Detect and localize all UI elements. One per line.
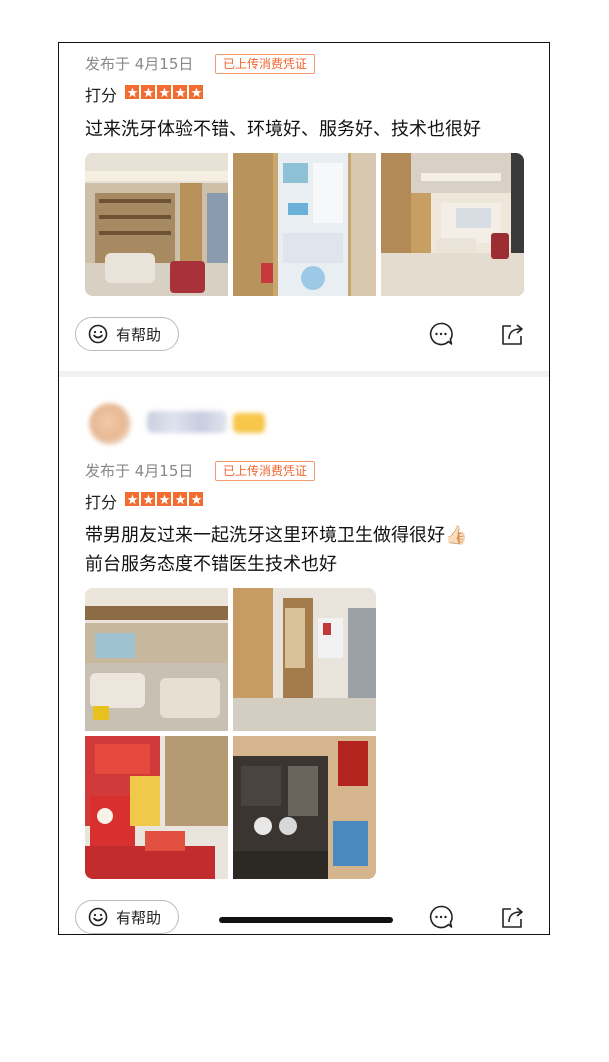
- star-rating: [125, 492, 203, 506]
- helpful-label: 有帮助: [116, 325, 162, 344]
- review-photo[interactable]: [233, 736, 376, 879]
- star-rating: [125, 85, 203, 99]
- score-label: 打分: [85, 493, 118, 512]
- star-icon: [173, 492, 187, 506]
- smile-icon: [88, 324, 108, 344]
- receipt-badge: 已上传消费凭证: [215, 461, 316, 481]
- comment-icon[interactable]: [428, 321, 454, 347]
- review-feed: 发布于 4月15日 已上传消费凭证 打分 过来洗牙体验不错、环境好、服务好、技术…: [58, 42, 550, 935]
- review-text: 过来洗牙体验不错、环境好、服务好、技术也很好: [85, 115, 481, 144]
- helpful-button[interactable]: 有帮助: [75, 317, 179, 351]
- star-icon: [125, 492, 139, 506]
- share-icon[interactable]: [500, 321, 526, 347]
- review-text-line: 过来洗牙体验不错、环境好、服务好、技术也很好: [85, 119, 481, 140]
- review-photo[interactable]: [381, 153, 524, 296]
- review-text-line: 带男朋友过来一起洗牙这里环境卫生做得很好👍🏻: [85, 525, 468, 546]
- star-icon: [141, 85, 155, 99]
- star-icon: [189, 85, 203, 99]
- review-photo[interactable]: [85, 588, 228, 731]
- star-icon: [189, 492, 203, 506]
- helpful-button[interactable]: 有帮助: [75, 900, 179, 934]
- helpful-label: 有帮助: [116, 908, 162, 927]
- score-label: 打分: [85, 86, 118, 105]
- section-divider: [59, 371, 549, 377]
- review-photo[interactable]: [85, 153, 228, 296]
- publish-date: 发布于 4月15日: [85, 462, 194, 480]
- publish-date: 发布于 4月15日: [85, 55, 194, 73]
- avatar[interactable]: [89, 403, 131, 445]
- review-photo[interactable]: [233, 588, 376, 731]
- username-blurred[interactable]: [147, 411, 227, 433]
- review-photo[interactable]: [85, 736, 228, 879]
- comment-icon[interactable]: [428, 904, 454, 930]
- review-text: 带男朋友过来一起洗牙这里环境卫生做得很好👍🏻 前台服务态度不错医生技术也好: [85, 521, 467, 579]
- star-icon: [173, 85, 187, 99]
- review-photo[interactable]: [233, 153, 376, 296]
- home-indicator[interactable]: [219, 917, 393, 923]
- share-icon[interactable]: [500, 904, 526, 930]
- star-icon: [157, 85, 171, 99]
- receipt-badge: 已上传消费凭证: [215, 54, 316, 74]
- star-icon: [157, 492, 171, 506]
- star-icon: [141, 492, 155, 506]
- review-text-line: 前台服务态度不错医生技术也好: [85, 554, 337, 575]
- star-icon: [125, 85, 139, 99]
- user-level-badge: [233, 413, 265, 433]
- smile-icon: [88, 907, 108, 927]
